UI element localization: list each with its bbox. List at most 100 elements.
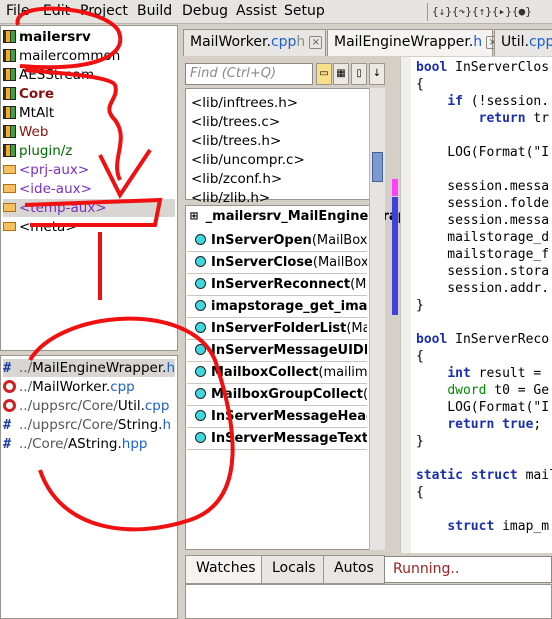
package-label: mailersrv [19, 29, 91, 45]
menu-edit[interactable]: Edit [43, 3, 70, 19]
tab-watches[interactable]: Watches [185, 555, 267, 584]
symbol-item[interactable]: InServerMessageUIDList [187, 340, 367, 362]
aux-package-icon [3, 184, 16, 193]
run-to-icon[interactable]: {▸} [492, 2, 512, 21]
menu-project[interactable]: Project [80, 3, 128, 19]
close-icon[interactable]: × [309, 36, 323, 49]
symbol-item[interactable]: InServerClose(MailBox::Se [187, 252, 367, 274]
search-input[interactable]: Find (Ctrl+Q) [185, 63, 313, 85]
code-line: return tr [478, 111, 550, 126]
menu-debug[interactable]: Debug [182, 3, 228, 19]
status-text: Running.. [384, 556, 552, 583]
package-item[interactable]: <ide-aux> [3, 180, 175, 198]
aux-package-icon [3, 222, 16, 231]
function-name: imapstorage_get_imap [211, 299, 367, 314]
code-line: session.folde [416, 196, 550, 211]
function-name: InServerOpen [211, 233, 312, 248]
file-item[interactable]: # ../MailEngineWrapper.h [3, 359, 175, 377]
symbol-item[interactable]: InServerMessageTextSav [187, 428, 367, 450]
code-line: session.addr. [416, 281, 550, 296]
file-label: hpp [121, 436, 148, 452]
file-item[interactable]: # ../uppsrc/Core/String.h [3, 416, 175, 434]
tab-mailworker[interactable]: MailWorker.cpph × [183, 29, 326, 56]
function-args: (MailBox::Se [311, 233, 367, 248]
folder-icon[interactable]: ▭ [316, 63, 332, 85]
package-item[interactable]: mailercommon [3, 47, 175, 65]
code-line: } [416, 298, 424, 313]
cpp-file-icon [3, 380, 16, 393]
package-item[interactable]: <temp-aux> [3, 199, 175, 217]
file-label: h [166, 360, 176, 376]
function-icon [195, 278, 206, 289]
file-list: # ../MailEngineWrapper.h ../MailWorker.cpp… [0, 355, 178, 619]
file-filter-icon[interactable]: ▯ [351, 63, 367, 85]
symbol-list: ⊞ _mailersrv_MailEngineWrapper InServerO… [185, 205, 431, 550]
package-item[interactable]: AESStream [3, 66, 175, 84]
include-item[interactable]: <lib/trees.c> [191, 114, 280, 130]
file-item[interactable]: ../MailWorker.cpp [3, 378, 175, 396]
symbol-item[interactable]: imapstorage_get_imap( [187, 296, 367, 318]
package-item[interactable]: <meta> [3, 218, 175, 236]
code-line: LOG(Format("I [416, 145, 550, 160]
package-icon [3, 106, 16, 119]
scrollbar-thumb[interactable] [372, 152, 383, 182]
function-args: (mailimf_m [318, 365, 367, 380]
package-item[interactable]: <prj-aux> [3, 161, 175, 179]
menu-bar: File Edit Project Build Debug Assist Set… [0, 0, 552, 24]
code-line: if (!session. [447, 94, 550, 109]
step-out-icon[interactable]: {↑} [472, 2, 492, 21]
menu-file[interactable]: File [6, 3, 29, 19]
file-item[interactable]: # ../Core/AString.hpp [3, 435, 175, 453]
code-line: return true; [447, 417, 542, 432]
include-item[interactable]: <lib/trees.h> [191, 133, 281, 149]
package-label: <prj-aux> [19, 162, 90, 178]
file-label: ../ [19, 379, 33, 395]
symbol-item[interactable]: MailboxGroupCollect(ma [187, 384, 367, 406]
function-name: InServerMessageTextSav [211, 431, 367, 446]
package-label: <temp-aux> [19, 200, 107, 216]
package-item[interactable]: Web [3, 123, 175, 141]
file-item[interactable]: ../uppsrc/Core/Util.cpp [3, 397, 175, 415]
function-icon [195, 344, 206, 355]
code-line: static struct mail [416, 468, 552, 483]
file-label: Util. [117, 398, 145, 414]
menu-build[interactable]: Build [137, 3, 172, 19]
function-name: MailboxCollect [211, 365, 319, 380]
symbol-item[interactable]: InServerReconnect(MailB [187, 274, 367, 296]
tab-mailenginewrapper[interactable]: MailEngineWrapper.h × [327, 29, 500, 56]
code-line: session.messa [416, 213, 550, 228]
tab-autos[interactable]: Autos [323, 555, 385, 584]
tab-locals[interactable]: Locals [261, 555, 327, 584]
watches-panel[interactable] [185, 584, 552, 619]
package-item[interactable]: mailersrv [3, 28, 175, 46]
step-over-icon[interactable]: {↷} [452, 2, 472, 21]
code-editor[interactable]: bool InServerClos { if (!session. return … [400, 57, 552, 553]
package-icon [3, 144, 16, 157]
tab-util[interactable]: Util.cpp [494, 29, 552, 56]
code-line: { [416, 349, 424, 364]
menu-assist[interactable]: Assist [236, 3, 277, 19]
code-line: { [416, 77, 424, 92]
sort-icon[interactable]: ↓ [369, 63, 385, 85]
package-item[interactable]: Core [3, 85, 175, 103]
symbol-item[interactable]: InServerFolderList(MailBo [187, 318, 367, 340]
symbol-item[interactable]: InServerOpen(MailBox::Se [187, 230, 367, 252]
gutter [401, 57, 411, 553]
symbol-item[interactable]: MailboxCollect(mailimf_m [187, 362, 367, 384]
menu-setup[interactable]: Setup [284, 3, 325, 19]
function-icon [195, 300, 206, 311]
navigator-scrollbar[interactable] [369, 88, 385, 550]
include-item[interactable]: <lib/inftrees.h> [191, 95, 298, 111]
header-file-icon: # [3, 360, 12, 376]
symbol-item[interactable]: InServerMessageHeader [187, 406, 367, 428]
package-item[interactable]: plugin/z [3, 142, 175, 160]
package-filter-icon[interactable]: ▦ [333, 63, 349, 85]
include-item[interactable]: <lib/zlib.h> [191, 190, 270, 206]
include-item[interactable]: <lib/zconf.h> [191, 171, 282, 187]
package-item[interactable]: MtAlt [3, 104, 175, 122]
step-into-icon[interactable]: {↓} [432, 2, 452, 21]
package-label: Core [19, 86, 54, 102]
breakpoint-icon[interactable]: {●} [512, 2, 532, 21]
cpp-file-icon [3, 399, 16, 412]
include-item[interactable]: <lib/uncompr.c> [191, 152, 305, 168]
